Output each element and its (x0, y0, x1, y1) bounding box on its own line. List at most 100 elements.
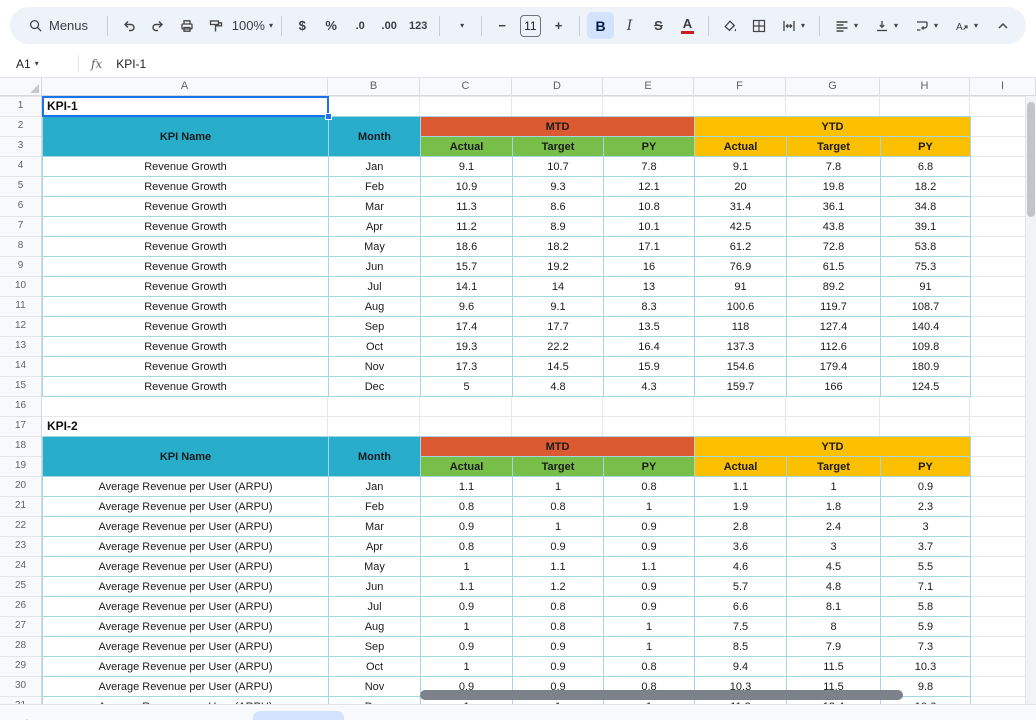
data-cell[interactable]: Revenue Growth (43, 177, 329, 197)
data-cell[interactable]: 166 (787, 377, 881, 397)
formula-input[interactable]: KPI-1 (116, 57, 146, 71)
data-cell[interactable]: 91 (881, 277, 971, 297)
data-cell[interactable]: 17.3 (421, 357, 513, 377)
column-header-G[interactable]: G (786, 78, 880, 96)
data-cell[interactable]: 0.8 (513, 497, 604, 517)
data-cell[interactable]: 7.1 (881, 577, 971, 597)
add-sheet-button[interactable]: + (14, 712, 40, 720)
font-family-select[interactable]: ▾ (447, 12, 474, 39)
header-cell[interactable]: Month (329, 437, 421, 477)
data-cell[interactable]: Average Revenue per User (ARPU) (43, 677, 329, 697)
data-cell[interactable]: 76.9 (695, 257, 787, 277)
borders-button[interactable] (745, 12, 772, 39)
data-cell[interactable]: 9.4 (695, 657, 787, 677)
data-cell[interactable]: 1 (513, 517, 604, 537)
data-cell[interactable]: 0.8 (513, 597, 604, 617)
data-cell[interactable]: Mar (329, 517, 421, 537)
header-cell[interactable]: PY (604, 137, 695, 157)
data-cell[interactable]: 2.8 (695, 517, 787, 537)
data-cell[interactable]: Jul (329, 277, 421, 297)
strikethrough-button[interactable]: S (645, 12, 672, 39)
header-cell[interactable]: KPI Name (43, 117, 329, 157)
data-cell[interactable]: 16.4 (604, 337, 695, 357)
data-cell[interactable]: Revenue Growth (43, 337, 329, 357)
data-cell[interactable]: 1.1 (421, 577, 513, 597)
data-cell[interactable]: 8.5 (695, 637, 787, 657)
data-cell[interactable]: 5 (421, 377, 513, 397)
data-cell[interactable]: 6.6 (695, 597, 787, 617)
data-cell[interactable]: Feb (329, 497, 421, 517)
data-cell[interactable]: 17.7 (513, 317, 604, 337)
data-cell[interactable]: 137.3 (695, 337, 787, 357)
data-cell[interactable]: 9.6 (421, 297, 513, 317)
data-cell[interactable]: 3 (881, 517, 971, 537)
select-all-corner[interactable] (0, 78, 42, 96)
data-cell[interactable]: Revenue Growth (43, 217, 329, 237)
data-cell[interactable]: 3.7 (881, 537, 971, 557)
data-cell[interactable]: 10.9 (421, 177, 513, 197)
data-cell[interactable]: Jan (329, 477, 421, 497)
data-cell[interactable]: Sep (329, 317, 421, 337)
data-cell[interactable]: Nov (329, 357, 421, 377)
data-cell[interactable]: 0.9 (604, 577, 695, 597)
data-cell[interactable]: 1 (787, 477, 881, 497)
data-cell[interactable]: 61.5 (787, 257, 881, 277)
data-cell[interactable]: 1 (604, 497, 695, 517)
data-cell[interactable]: 7.5 (695, 617, 787, 637)
data-cell[interactable]: 10.8 (604, 197, 695, 217)
data-cell[interactable]: 0.8 (513, 617, 604, 637)
format-currency-button[interactable]: $ (289, 12, 316, 39)
data-cell[interactable]: 7.3 (881, 637, 971, 657)
data-cell[interactable]: 19.8 (787, 177, 881, 197)
data-cell[interactable]: 9.1 (421, 157, 513, 177)
data-cell[interactable]: Average Revenue per User (ARPU) (43, 577, 329, 597)
data-cell[interactable]: 4.5 (787, 557, 881, 577)
undo-button[interactable] (115, 12, 142, 39)
data-cell[interactable]: Revenue Growth (43, 377, 329, 397)
text-rotation-button[interactable]: A ▾ (947, 12, 985, 39)
header-cell[interactable]: MTD (421, 117, 695, 137)
data-cell[interactable]: Revenue Growth (43, 277, 329, 297)
row-header-10[interactable]: 10 (0, 276, 41, 296)
data-cell[interactable]: 119.7 (787, 297, 881, 317)
all-sheets-button[interactable]: ≡ (44, 712, 70, 720)
data-cell[interactable]: 31.4 (695, 197, 787, 217)
sheet-tab-screener[interactable]: Screener (74, 711, 155, 720)
data-cell[interactable]: 4.6 (695, 557, 787, 577)
data-cell[interactable]: Jan (329, 157, 421, 177)
data-cell[interactable]: 2.3 (881, 497, 971, 517)
data-cell[interactable]: 61.2 (695, 237, 787, 257)
data-cell[interactable]: Revenue Growth (43, 257, 329, 277)
data-cell[interactable]: Revenue Growth (43, 157, 329, 177)
data-cell[interactable]: 100.6 (695, 297, 787, 317)
data-cell[interactable]: 0.9 (604, 537, 695, 557)
row-header-20[interactable]: 20 (0, 476, 41, 496)
data-cell[interactable]: 39.1 (881, 217, 971, 237)
data-cell[interactable]: 34.8 (881, 197, 971, 217)
data-cell[interactable]: 5.8 (881, 597, 971, 617)
data-cell[interactable]: 7.8 (604, 157, 695, 177)
text-wrap-button[interactable]: ▾ (907, 12, 945, 39)
data-cell[interactable]: Average Revenue per User (ARPU) (43, 617, 329, 637)
row-header-5[interactable]: 5 (0, 176, 41, 196)
data-cell[interactable]: Revenue Growth (43, 357, 329, 377)
column-header-D[interactable]: D (512, 78, 603, 96)
data-cell[interactable]: 6.8 (881, 157, 971, 177)
column-header-E[interactable]: E (603, 78, 694, 96)
data-cell[interactable]: 20 (695, 177, 787, 197)
header-cell[interactable]: Target (513, 457, 604, 477)
row-header-12[interactable]: 12 (0, 316, 41, 336)
data-cell[interactable]: Jul (329, 597, 421, 617)
increase-font-size-button[interactable]: + (545, 12, 572, 39)
kpi-title[interactable]: KPI-2 (42, 416, 328, 436)
row-header-4[interactable]: 4 (0, 156, 41, 176)
row-header-18[interactable]: 18 (0, 436, 41, 456)
data-cell[interactable]: 16 (604, 257, 695, 277)
sheet-tab-input-data[interactable]: Input Data (253, 711, 344, 720)
data-cell[interactable]: 0.9 (513, 637, 604, 657)
data-cell[interactable]: 4.3 (604, 377, 695, 397)
data-cell[interactable]: 14.1 (421, 277, 513, 297)
row-header-29[interactable]: 29 (0, 656, 41, 676)
data-cell[interactable]: 1 (421, 617, 513, 637)
data-cell[interactable]: 0.8 (604, 477, 695, 497)
